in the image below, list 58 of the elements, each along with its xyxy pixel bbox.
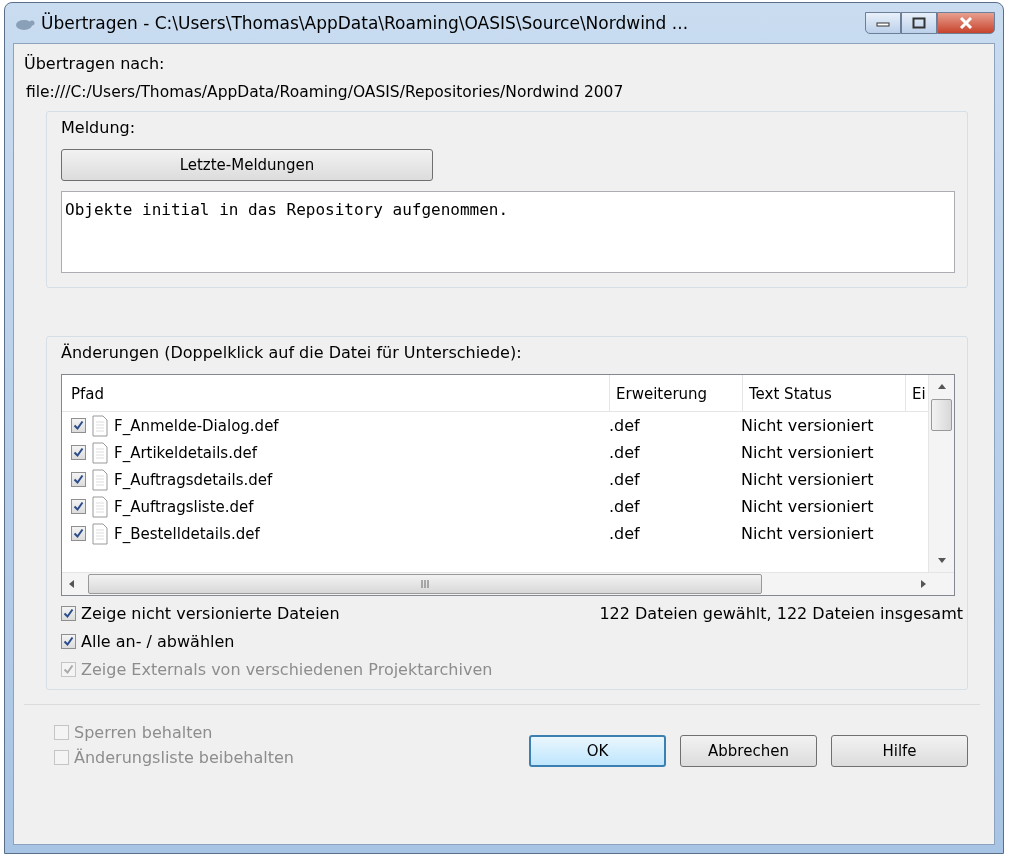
option-label: Sperren behalten — [74, 723, 213, 742]
column-header[interactable]: Ei — [906, 375, 928, 411]
dialog-button[interactable]: OK — [529, 735, 666, 767]
vertical-scrollbar[interactable] — [928, 375, 954, 572]
maximize-icon — [912, 17, 926, 29]
checkbox[interactable] — [71, 418, 86, 433]
close-button[interactable] — [937, 12, 995, 34]
file-path[interactable]: F_Auftragsliste.def — [114, 497, 254, 516]
changes-label: Änderungen (Doppelklick auf die Datei für Unterschiede): — [61, 343, 523, 362]
option-label: Alle an- / abwählen — [81, 632, 235, 651]
option-label: Änderungsliste beibehalten — [74, 748, 294, 767]
scroll-thumb[interactable] — [88, 574, 762, 594]
target-label: Übertragen nach: — [24, 54, 166, 73]
minimize-icon — [876, 19, 890, 27]
target-url: file:///C:/Users/Thomas/AppData/Roaming/OASIS/Repositories/Nordwind 2007 — [26, 83, 625, 101]
file-status: Nicht versioniert — [740, 497, 875, 516]
window-title: Übertragen - C:\Users\Thomas\AppData\Roaming\OASIS\Source\Nordwind ... — [41, 13, 690, 33]
recent-messages-button[interactable]: Letzte-Meldungen — [61, 149, 433, 181]
file-path[interactable]: F_Bestelldetails.def — [114, 524, 260, 543]
option-label: Zeige nicht versionierte Dateien — [81, 604, 340, 623]
dialog-button[interactable]: Hilfe — [831, 735, 968, 767]
checkbox[interactable] — [71, 499, 86, 514]
scroll-thumb[interactable] — [931, 399, 952, 431]
file-icon — [92, 468, 108, 491]
horizontal-scrollbar[interactable] — [62, 572, 954, 595]
grip-icon — [420, 580, 430, 588]
file-extension: .def — [608, 524, 641, 543]
maximize-button[interactable] — [901, 12, 937, 34]
column-header[interactable]: Erweiterung — [610, 375, 743, 411]
file-path[interactable]: F_Artikeldetails.def — [114, 443, 257, 462]
column-header[interactable]: Pfad — [62, 375, 610, 411]
file-extension: .def — [608, 497, 641, 516]
file-path[interactable]: F_Anmelde-Dialog.def — [114, 416, 279, 435]
message-field[interactable]: Objekte initial in das Repository aufgenommen. — [61, 191, 955, 273]
file-status: Nicht versioniert — [740, 443, 875, 462]
file-extension: .def — [608, 470, 641, 489]
file-status: Nicht versioniert — [740, 416, 875, 435]
checkbox[interactable] — [61, 606, 76, 621]
close-icon — [959, 17, 973, 29]
selection-summary: 122 Dateien gewählt, 122 Dateien insgesamt — [599, 604, 963, 625]
file-status: Nicht versioniert — [740, 470, 875, 489]
option-label: Zeige Externals von verschiedenen Projektarchiven — [81, 660, 493, 679]
dialog-button[interactable]: Abbrechen — [680, 735, 817, 767]
file-extension: .def — [608, 443, 641, 462]
checkbox[interactable] — [71, 445, 86, 460]
column-header[interactable]: Text Status — [743, 375, 906, 411]
checkbox[interactable] — [71, 526, 86, 541]
checkbox[interactable] — [71, 472, 86, 487]
file-icon — [92, 441, 108, 464]
file-path[interactable]: F_Auftragsdetails.def — [114, 470, 273, 489]
file-icon — [92, 522, 108, 545]
checkbox[interactable] — [61, 634, 76, 649]
message-label: Meldung: — [61, 118, 137, 137]
file-extension: .def — [608, 416, 641, 435]
minimize-button[interactable] — [865, 12, 901, 34]
file-icon — [92, 414, 108, 437]
file-status: Nicht versioniert — [740, 524, 875, 543]
file-icon — [92, 495, 108, 518]
